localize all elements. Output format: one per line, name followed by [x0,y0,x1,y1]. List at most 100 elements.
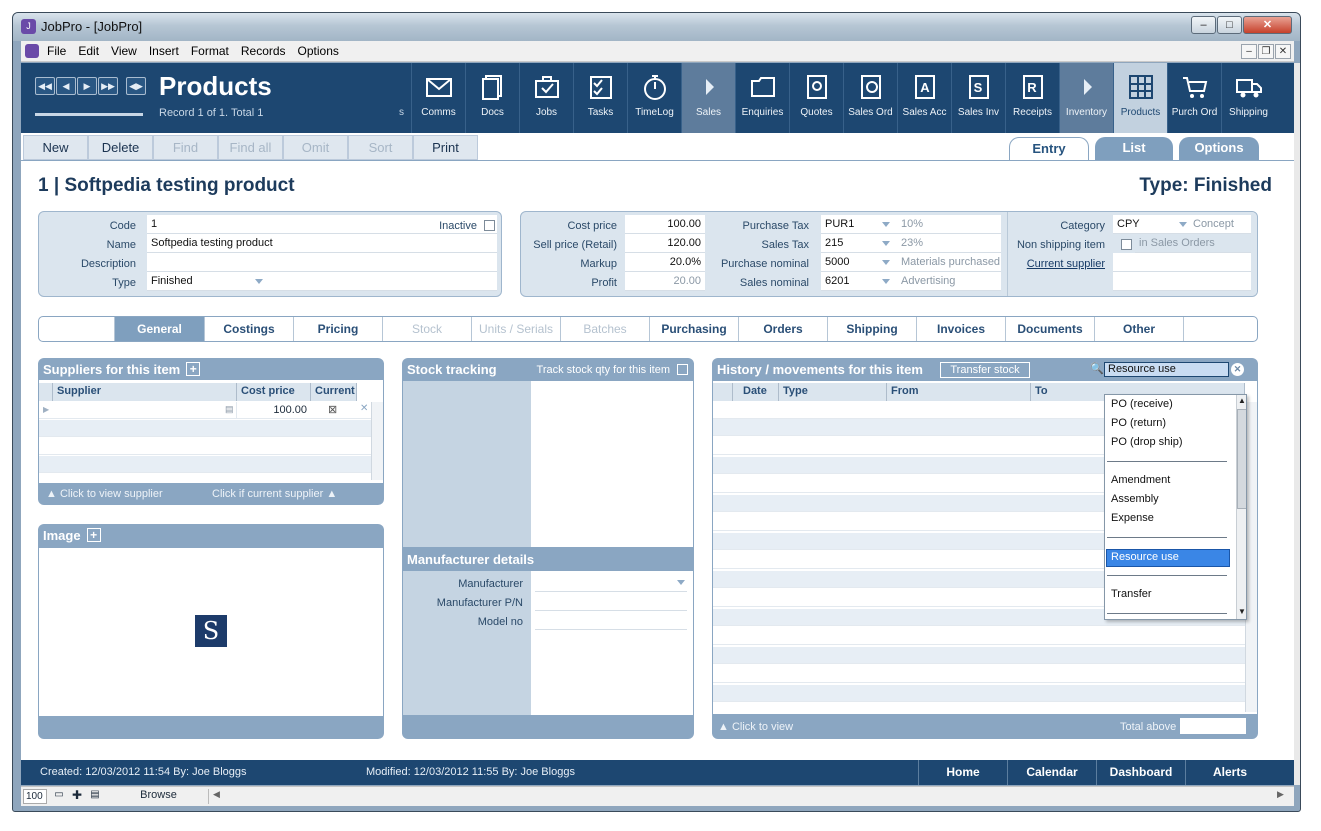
table-row[interactable]: ▶ ▤ 100.00 ⊠ ✕ [39,402,371,419]
module-purch-ord[interactable]: Purch Ord [1167,63,1221,133]
tab-units-serials[interactable]: Units / Serials [472,317,561,341]
module-docs[interactable]: Docs [465,63,519,133]
supplier-cell[interactable] [53,402,237,419]
menu-options[interactable]: Options [292,41,345,58]
chevron-down-icon[interactable] [882,260,890,265]
module-sales-inv[interactable]: S Sales Inv [951,63,1005,133]
dropdown-scrollbar[interactable]: ▲ ▼ [1236,395,1246,619]
cost-price-cell[interactable]: 100.00 [237,404,307,416]
clear-filter-icon[interactable]: ✕ [1231,363,1244,376]
maximize-button[interactable]: □ [1217,16,1242,34]
module-products[interactable]: Products [1113,63,1167,133]
tab-general[interactable]: General [115,317,205,341]
tab-orders[interactable]: Orders [739,317,828,341]
scroll-up-icon[interactable]: ▲ [1238,396,1246,405]
dropdown-item[interactable]: Expense [1111,512,1154,524]
last-record-button[interactable]: ▶▶ [98,77,118,95]
alerts-button[interactable]: Alerts [1185,760,1274,785]
dropdown-item[interactable]: PO (return) [1111,417,1166,429]
dropdown-item[interactable]: Assembly [1111,493,1159,505]
dropdown-item[interactable]: PO (receive) [1111,398,1173,410]
model-no-field[interactable] [535,611,687,630]
module-tasks[interactable]: Tasks [573,63,627,133]
scroll-thumb[interactable] [1237,409,1246,509]
module-timelog[interactable]: TimeLog [627,63,681,133]
minimize-button[interactable]: – [1191,16,1216,34]
module-receipts[interactable]: R Receipts [1005,63,1059,133]
tab-pricing[interactable]: Pricing [294,317,383,341]
calendar-button[interactable]: Calendar [1007,760,1096,785]
zoom-level[interactable]: 100 [23,789,47,804]
record-slider[interactable] [35,113,143,116]
add-supplier-icon[interactable]: + [186,362,201,376]
home-button[interactable]: Home [918,760,1007,785]
manufacturer-select[interactable] [535,573,687,592]
track-stock-checkbox[interactable] [677,364,688,375]
dropdown-item-selected[interactable]: Resource use [1111,551,1179,563]
code-field[interactable]: 1 [147,215,267,234]
non-shipping-checkbox[interactable] [1121,239,1132,250]
current-supplier-link[interactable]: Current supplier [1009,258,1105,270]
inactive-checkbox[interactable] [484,220,495,231]
next-record-button[interactable]: ▶ [77,77,97,95]
chevron-down-icon[interactable] [1179,222,1187,227]
tab-entry[interactable]: Entry [1009,137,1089,160]
chevron-down-icon[interactable] [255,279,263,284]
delete-button[interactable]: Delete [88,135,153,160]
cost-price-field[interactable]: 100.00 [625,215,705,234]
sell-price-field[interactable]: 120.00 [625,234,705,253]
menu-format[interactable]: Format [185,41,235,58]
view-supplier-hint[interactable]: ▲ Click to view supplier [46,488,163,500]
transfer-stock-button[interactable]: Transfer stock [940,362,1030,378]
menu-insert[interactable]: Insert [143,41,185,58]
tab-list[interactable]: List [1095,137,1173,160]
name-field[interactable]: Softpedia testing product [147,234,497,253]
chevron-down-icon[interactable] [882,279,890,284]
current-checkbox-icon[interactable]: ⊠ [328,403,337,416]
status-toggle-icon[interactable]: ▤ [87,789,103,804]
delete-row-icon[interactable]: ✕ [360,403,368,414]
find-button[interactable]: Find [153,135,218,160]
tab-stock[interactable]: Stock [383,317,472,341]
tab-batches[interactable]: Batches [561,317,650,341]
first-record-button[interactable]: ◀◀ [35,77,55,95]
dropdown-item[interactable]: Amendment [1111,474,1170,486]
chevron-down-icon[interactable] [677,580,685,585]
chevron-down-icon[interactable] [882,222,890,227]
new-button[interactable]: New [23,135,88,160]
menu-file[interactable]: File [41,41,72,58]
module-enquiries[interactable]: Enquiries [735,63,789,133]
movement-filter-select[interactable]: Resource use [1104,362,1229,377]
lookup-icon[interactable]: ▤ [225,404,234,415]
add-image-icon[interactable]: + [86,528,101,542]
mdi-restore-button[interactable]: ❐ [1258,44,1274,59]
module-sales-acc[interactable]: A Sales Acc [897,63,951,133]
menu-records[interactable]: Records [235,41,292,58]
module-shipping[interactable]: Shipping [1221,63,1275,133]
scroll-down-icon[interactable]: ▼ [1238,607,1246,616]
manufacturer-pn-field[interactable] [535,592,687,611]
description-field[interactable] [147,253,497,272]
tab-shipping[interactable]: Shipping [828,317,917,341]
dropdown-item[interactable]: PO (drop ship) [1111,436,1183,448]
scroll-right-icon[interactable]: ▶ [1277,789,1284,800]
zoom-in-icon[interactable]: ✚ [69,788,85,803]
module-sales[interactable]: Sales [681,63,735,133]
module-sales-ord[interactable]: Sales Ord [843,63,897,133]
close-button[interactable]: ✕ [1243,16,1292,34]
prev-record-button[interactable]: ◀ [56,77,76,95]
module-jobs[interactable]: Jobs [519,63,573,133]
dashboard-button[interactable]: Dashboard [1096,760,1185,785]
tab-invoices[interactable]: Invoices [917,317,1006,341]
sort-button[interactable]: Sort [348,135,413,160]
chevron-down-icon[interactable] [882,241,890,246]
tab-purchasing[interactable]: Purchasing [650,317,739,341]
module-inventory[interactable]: Inventory [1059,63,1113,133]
category-select[interactable]: CPY [1113,215,1189,234]
window-scrollbar[interactable] [1294,63,1300,785]
module-comms[interactable]: Comms [411,63,465,133]
tab-costings[interactable]: Costings [205,317,294,341]
dropdown-item[interactable]: Transfer [1111,588,1152,600]
scroll-left-icon[interactable]: ◀ [213,789,220,800]
tab-options[interactable]: Options [1179,137,1259,160]
